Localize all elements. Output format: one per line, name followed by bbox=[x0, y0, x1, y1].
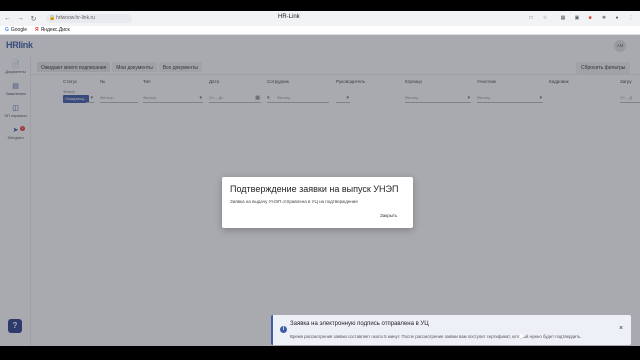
screen: ← → ↻ 🔒 hrlwoow.hr-link.ru HR-Link □ ☆ ▦… bbox=[0, 0, 640, 360]
toast-title: Заявка на электронную подпись отправлена… bbox=[290, 321, 429, 327]
window-title: HR-Link bbox=[278, 14, 300, 20]
browser-window: ← → ↻ 🔒 hrlwoow.hr-link.ru HR-Link □ ☆ ▦… bbox=[0, 11, 640, 346]
toast-message: Время рассмотрения заявки составляет око… bbox=[290, 334, 582, 339]
notification-toast: i Заявка на электронную подпись отправле… bbox=[271, 315, 631, 345]
extensions-puzzle-icon[interactable]: ❖ bbox=[600, 14, 608, 22]
top-black-bar bbox=[0, 0, 640, 11]
profile-icon[interactable]: ● bbox=[613, 14, 621, 22]
share-icon[interactable]: □ bbox=[527, 14, 535, 22]
forward-icon[interactable]: → bbox=[15, 13, 26, 24]
lock-icon: 🔒 bbox=[49, 15, 56, 21]
back-icon[interactable]: ← bbox=[2, 13, 13, 24]
extension-icon[interactable]: ▦ bbox=[559, 14, 567, 22]
bookmark-label: Google bbox=[10, 27, 28, 33]
extension-icon[interactable]: ■ bbox=[586, 14, 594, 22]
confirmation-dialog: Подтверждение заявки на выпуск УНЭП Заяв… bbox=[222, 177, 413, 228]
dialog-message: Заявка на выдачу УНЭП отправлена в УЦ на… bbox=[230, 199, 358, 204]
google-icon: G bbox=[5, 27, 9, 33]
reload-icon[interactable]: ↻ bbox=[28, 13, 39, 24]
bookmark-label: Яндекс.Диск bbox=[40, 27, 70, 33]
address-url: hrlwoow.hr-link.ru bbox=[56, 15, 95, 21]
info-icon: i bbox=[280, 326, 287, 333]
bottom-black-bar bbox=[0, 346, 640, 360]
bookmark-google[interactable]: G Google bbox=[5, 27, 27, 33]
yandex-icon: Я bbox=[35, 27, 39, 33]
bookmarks-bar: G Google Я Яндекс.Диск bbox=[0, 26, 640, 35]
menu-dots-icon[interactable]: ⋮ bbox=[627, 14, 635, 22]
address-bar[interactable]: 🔒 hrlwoow.hr-link.ru bbox=[46, 14, 132, 23]
star-icon[interactable]: ☆ bbox=[541, 14, 549, 22]
close-button[interactable]: Закрыть bbox=[380, 213, 397, 218]
dialog-title: Подтверждение заявки на выпуск УНЭП bbox=[230, 184, 399, 194]
bookmark-yandex-disk[interactable]: Я Яндекс.Диск bbox=[35, 27, 70, 33]
browser-toolbar: ← → ↻ 🔒 hrlwoow.hr-link.ru HR-Link □ ☆ ▦… bbox=[0, 11, 640, 26]
hrlink-app: HRlink АМ 📄 Документы ▤ Заявления ◫ ЭП с… bbox=[0, 35, 640, 346]
close-icon[interactable]: × bbox=[619, 325, 623, 332]
extension-icon[interactable]: ▣ bbox=[573, 14, 581, 22]
